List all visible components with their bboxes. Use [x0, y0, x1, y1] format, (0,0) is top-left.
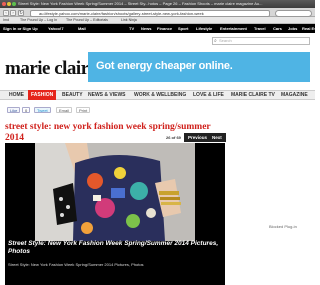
like-label: Like: [10, 108, 18, 113]
nav-fashion[interactable]: FASHION: [28, 90, 57, 100]
next-button[interactable]: Next: [208, 133, 226, 142]
gallery-photo[interactable]: [35, 143, 195, 241]
cars-link[interactable]: Cars: [273, 24, 282, 33]
entertainment-link[interactable]: Entertainment: [220, 24, 247, 33]
tv-link[interactable]: TV: [129, 24, 134, 33]
mail-link[interactable]: Mail: [78, 24, 86, 33]
site-logo[interactable]: marie claire: [5, 58, 97, 80]
yahoo7-link[interactable]: Yahoo!7: [48, 24, 64, 33]
bookmark-item[interactable]: The Pound Up – Editorials: [66, 17, 108, 24]
search-placeholder: Search: [219, 38, 232, 43]
sport-link[interactable]: Sport: [178, 24, 188, 33]
gallery-caption-title: Street Style: New York Fashion Week Spri…: [8, 240, 219, 255]
print-button[interactable]: Print: [76, 107, 91, 113]
bookmark-item[interactable]: Link Ninja: [121, 17, 137, 24]
browser-window: Street Style: New York Fashion Week Spri…: [0, 0, 315, 285]
lifestyle-link[interactable]: Lifestyle: [196, 24, 212, 33]
travel-link[interactable]: Travel: [254, 24, 266, 33]
finance-link[interactable]: Finance: [157, 24, 172, 33]
search-icon[interactable]: ⌕: [214, 37, 217, 45]
ad-headline: Got energy cheaper online.: [96, 60, 233, 72]
nav-news-views[interactable]: NEWS & VIEWS: [88, 90, 126, 100]
close-window-icon[interactable]: [2, 2, 6, 6]
nav-marie-claire-tv[interactable]: MARIE CLAIRE TV: [231, 90, 275, 100]
jobs-link[interactable]: Jobs: [288, 24, 297, 33]
facebook-like-button[interactable]: Like: [7, 107, 21, 113]
news-link[interactable]: News: [141, 24, 151, 33]
nav-love-life[interactable]: LOVE & LIFE: [193, 90, 224, 100]
nav-work-wellbeing[interactable]: WORK & WELLBEING: [134, 90, 186, 100]
tweet-button[interactable]: Tweet: [34, 107, 51, 113]
browser-search-field[interactable]: [275, 9, 312, 17]
bookmark-item[interactable]: Imd: [3, 17, 9, 24]
sign-in-link[interactable]: Sign In or Sign Up: [3, 24, 38, 33]
nav-magazine[interactable]: MAGAZINE: [281, 90, 308, 100]
forward-button[interactable]: ›: [10, 10, 16, 16]
gallery-caption-text: Street Style: New York Fashion Week Spri…: [8, 262, 144, 267]
previous-button[interactable]: Previous: [184, 133, 212, 142]
like-count: 0: [22, 107, 31, 113]
window-title: Street Style: New York Fashion Week Spri…: [18, 1, 263, 6]
address-bar[interactable]: au.lifestyle.yahoo.com/marie-claire/fash…: [30, 9, 270, 17]
gallery-counter: 26 of 69: [166, 135, 181, 140]
blocked-plugin-notice[interactable]: Blocked Plug-in: [269, 224, 297, 229]
bookmark-item[interactable]: The Pound Up – Log In: [20, 17, 57, 24]
email-button[interactable]: Email: [56, 107, 73, 113]
real-estate-link[interactable]: Real Estate: [302, 24, 315, 33]
zoom-window-icon[interactable]: [12, 2, 16, 6]
nav-beauty[interactable]: BEAUTY: [62, 90, 83, 100]
minimize-window-icon[interactable]: [7, 2, 11, 6]
back-button[interactable]: ‹: [3, 10, 9, 16]
nav-home[interactable]: HOME: [9, 90, 24, 100]
reload-button[interactable]: ↻: [18, 10, 24, 16]
